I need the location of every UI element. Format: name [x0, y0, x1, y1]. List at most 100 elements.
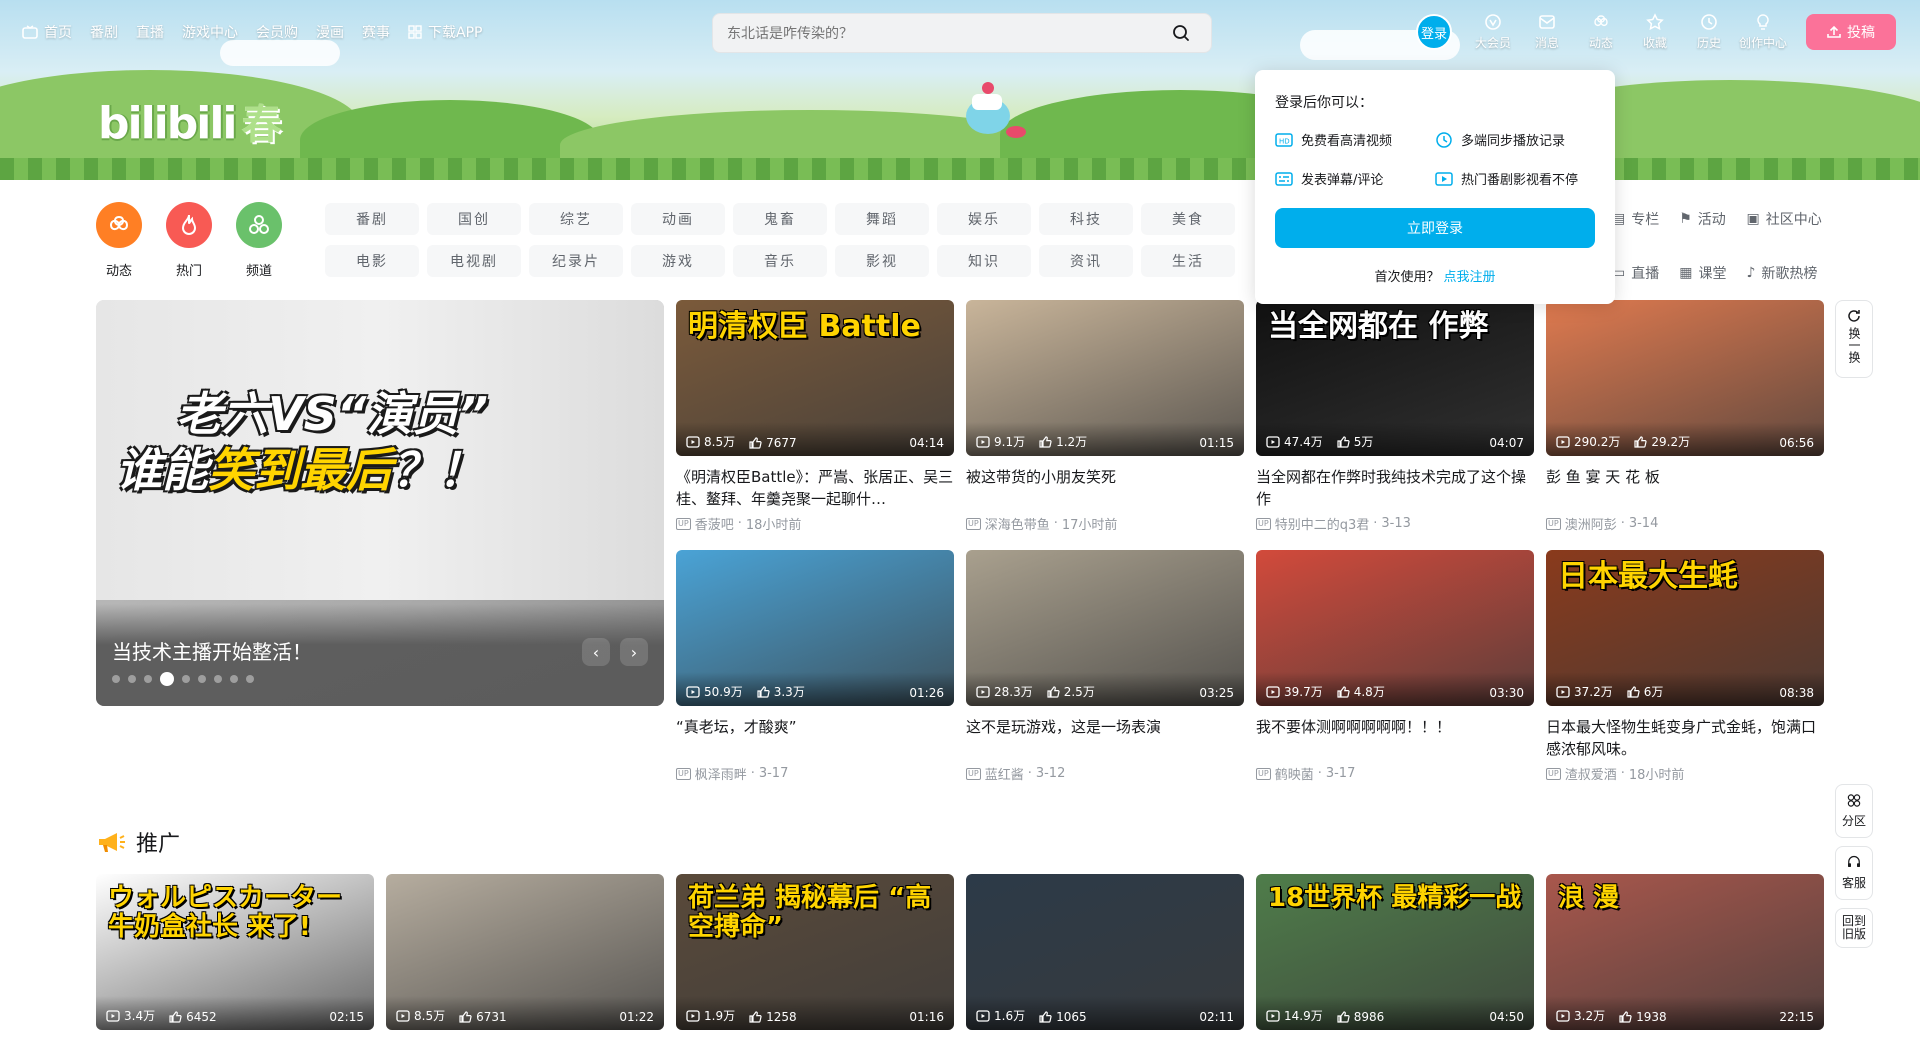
link-activity[interactable]: ⚑ 活动: [1679, 203, 1726, 235]
nav-home[interactable]: 首页: [22, 22, 72, 42]
search-button[interactable]: [1165, 17, 1197, 49]
category-16[interactable]: 知识: [937, 245, 1031, 277]
video-title[interactable]: 彭 鱼 宴 天 花 板: [1546, 466, 1824, 510]
video-meta[interactable]: UP 渣叔爱酒 · 18小时前: [1546, 764, 1824, 783]
category-7[interactable]: 科技: [1039, 203, 1133, 235]
video-thumbnail[interactable]: 明清权臣 Battle 8.5万 7677 04:14: [676, 300, 954, 456]
video-meta[interactable]: UP 鹤映菌 · 3-17: [1256, 764, 1534, 783]
video-thumbnail[interactable]: ウォルピスカーター 牛奶盒社长 来了! 3.4万 6452 02:15: [96, 874, 374, 1030]
category-1[interactable]: 国创: [427, 203, 521, 235]
carousel-dot-active[interactable]: [160, 672, 174, 686]
category-12[interactable]: 纪录片: [529, 245, 623, 277]
promo-video-card[interactable]: 8.5万 6731 01:22: [386, 874, 664, 1030]
search-input[interactable]: [727, 25, 1165, 41]
nav-comic[interactable]: 漫画: [316, 22, 344, 42]
category-8[interactable]: 美食: [1141, 203, 1235, 235]
category-13[interactable]: 游戏: [631, 245, 725, 277]
link-music-chart[interactable]: ♪ 新歌热榜: [1746, 257, 1821, 289]
category-18[interactable]: 生活: [1141, 245, 1235, 277]
video-meta[interactable]: UP 特别中二的q3君 · 3-13: [1256, 514, 1534, 533]
carousel-dot[interactable]: [214, 675, 222, 683]
carousel-prev-button[interactable]: ‹: [582, 638, 610, 666]
zone-button[interactable]: 分区: [1835, 784, 1873, 838]
video-thumbnail[interactable]: 290.2万 29.2万 06:56: [1546, 300, 1824, 456]
bilibili-logo[interactable]: bilibili 春: [98, 92, 281, 150]
video-meta[interactable]: UP 枫泽雨畔 · 3-17: [676, 764, 954, 783]
video-title[interactable]: 我不要体测啊啊啊啊啊！！！: [1256, 716, 1534, 760]
video-meta[interactable]: UP 蓝红酱 · 3-12: [966, 764, 1244, 783]
video-thumbnail[interactable]: 当全网都在 作弊 47.4万 5万 04:07: [1256, 300, 1534, 456]
login-avatar[interactable]: 登录: [1416, 14, 1452, 50]
category-4[interactable]: 鬼畜: [733, 203, 827, 235]
category-11[interactable]: 电视剧: [427, 245, 521, 277]
promo-video-card[interactable]: ウォルピスカーター 牛奶盒社长 来了! 3.4万 6452 02:15: [96, 874, 374, 1030]
category-5[interactable]: 舞蹈: [835, 203, 929, 235]
hero-carousel[interactable]: 老六VS“演员” 谁能笑到最后？！ 当技术主播开始整活！ ‹ ›: [96, 300, 664, 706]
register-link[interactable]: 点我注册: [1444, 270, 1496, 285]
video-title[interactable]: 被这带货的小朋友笑死: [966, 466, 1244, 510]
carousel-dot[interactable]: [230, 675, 238, 683]
category-2[interactable]: 综艺: [529, 203, 623, 235]
nav-vip[interactable]: 大会员: [1466, 13, 1520, 51]
link-community[interactable]: ▣ 社区中心: [1746, 203, 1821, 235]
nav-history[interactable]: 历史: [1682, 13, 1736, 51]
promo-video-card[interactable]: 荷兰弟 揭秘幕后 “高空搏命” 1.9万 1258 01:16: [676, 874, 954, 1030]
category-14[interactable]: 音乐: [733, 245, 827, 277]
video-card[interactable]: 当全网都在 作弊 47.4万 5万 04:07 当全网都在作弊时我纯技术完成了这个操作 U…: [1256, 300, 1534, 533]
nav-download-app[interactable]: 下载APP: [408, 22, 482, 42]
nav-live[interactable]: 直播: [136, 22, 164, 42]
carousel-dot[interactable]: [144, 675, 152, 683]
promo-video-card[interactable]: 浪 漫 3.2万 1938 22:15: [1546, 874, 1824, 1030]
category-17[interactable]: 资讯: [1039, 245, 1133, 277]
promo-video-card[interactable]: 18世界杯 最精彩一战 14.9万 8986 04:50: [1256, 874, 1534, 1030]
category-6[interactable]: 娱乐: [937, 203, 1031, 235]
video-thumbnail[interactable]: 18世界杯 最精彩一战 14.9万 8986 04:50: [1256, 874, 1534, 1030]
promo-video-card[interactable]: 1.6万 1065 02:11: [966, 874, 1244, 1030]
video-meta[interactable]: UP 深海色带鱼 · 17小时前: [966, 514, 1244, 533]
link-class[interactable]: ▦ 课堂: [1679, 257, 1726, 289]
nav-favorites[interactable]: 收藏: [1628, 13, 1682, 51]
login-button[interactable]: 立即登录: [1275, 208, 1595, 248]
carousel-title[interactable]: 当技术主播开始整活！: [112, 636, 312, 665]
video-meta[interactable]: UP 澳洲阿彭 · 3-14: [1546, 514, 1824, 533]
video-thumbnail[interactable]: 浪 漫 3.2万 1938 22:15: [1546, 874, 1824, 1030]
video-card[interactable]: 50.9万 3.3万 01:26 “真老坛，才酸爽” UP 枫泽雨畔 · 3-17: [676, 550, 954, 783]
nav-member-shop[interactable]: 会员购: [256, 22, 298, 42]
video-title[interactable]: 当全网都在作弊时我纯技术完成了这个操作: [1256, 466, 1534, 510]
video-card[interactable]: 9.1万 1.2万 01:15 被这带货的小朋友笑死 UP 深海色带鱼 · 17小时前: [966, 300, 1244, 533]
video-card[interactable]: 明清权臣 Battle 8.5万 7677 04:14 《明清权臣Battle》：严嵩、…: [676, 300, 954, 533]
carousel-dot[interactable]: [246, 675, 254, 683]
video-meta[interactable]: UP 香菠吧 · 18小时前: [676, 514, 954, 533]
video-title[interactable]: 日本最大怪物生蚝变身广式金蚝，饱满口感浓郁风味。: [1546, 716, 1824, 760]
nav-creator-center[interactable]: 创作中心: [1736, 13, 1790, 51]
video-thumbnail[interactable]: 8.5万 6731 01:22: [386, 874, 664, 1030]
category-15[interactable]: 影视: [835, 245, 929, 277]
video-thumbnail[interactable]: 日本最大生蚝 37.2万 6万 08:38: [1546, 550, 1824, 706]
video-card[interactable]: 28.3万 2.5万 03:25 这不是玩游戏，这是一场表演 UP 蓝红酱 · 3-12: [966, 550, 1244, 783]
carousel-dot[interactable]: [182, 675, 190, 683]
refresh-button[interactable]: 换一换: [1835, 300, 1873, 378]
carousel-dot[interactable]: [198, 675, 206, 683]
video-card[interactable]: 290.2万 29.2万 06:56 彭 鱼 宴 天 花 板 UP 澳洲阿彭 · 3-14: [1546, 300, 1824, 533]
channel-hot[interactable]: 热门: [166, 202, 212, 279]
upload-button[interactable]: 投稿: [1806, 14, 1896, 50]
video-title[interactable]: “真老坛，才酸爽”: [676, 716, 954, 760]
video-thumbnail[interactable]: 1.6万 1065 02:11: [966, 874, 1244, 1030]
link-column[interactable]: ▤ 专栏: [1612, 203, 1659, 235]
customer-service-button[interactable]: 客服: [1835, 846, 1873, 900]
carousel-dot[interactable]: [112, 675, 120, 683]
old-version-button[interactable]: 回到旧版: [1835, 908, 1873, 948]
video-thumbnail[interactable]: 28.3万 2.5万 03:25: [966, 550, 1244, 706]
video-card[interactable]: 日本最大生蚝 37.2万 6万 08:38 日本最大怪物生蚝变身广式金蚝，饱满口感浓郁风…: [1546, 550, 1824, 783]
carousel-next-button[interactable]: ›: [620, 638, 648, 666]
nav-match[interactable]: 赛事: [362, 22, 390, 42]
category-10[interactable]: 电影: [325, 245, 419, 277]
video-thumbnail[interactable]: 50.9万 3.3万 01:26: [676, 550, 954, 706]
video-card[interactable]: 39.7万 4.8万 03:30 我不要体测啊啊啊啊啊！！！ UP 鹤映菌 · 3-17: [1256, 550, 1534, 783]
link-live[interactable]: ▭ 直播: [1612, 257, 1659, 289]
category-0[interactable]: 番剧: [325, 203, 419, 235]
carousel-dot[interactable]: [128, 675, 136, 683]
nav-message[interactable]: 消息: [1520, 13, 1574, 51]
category-3[interactable]: 动画: [631, 203, 725, 235]
nav-dynamic[interactable]: 动态: [1574, 13, 1628, 51]
